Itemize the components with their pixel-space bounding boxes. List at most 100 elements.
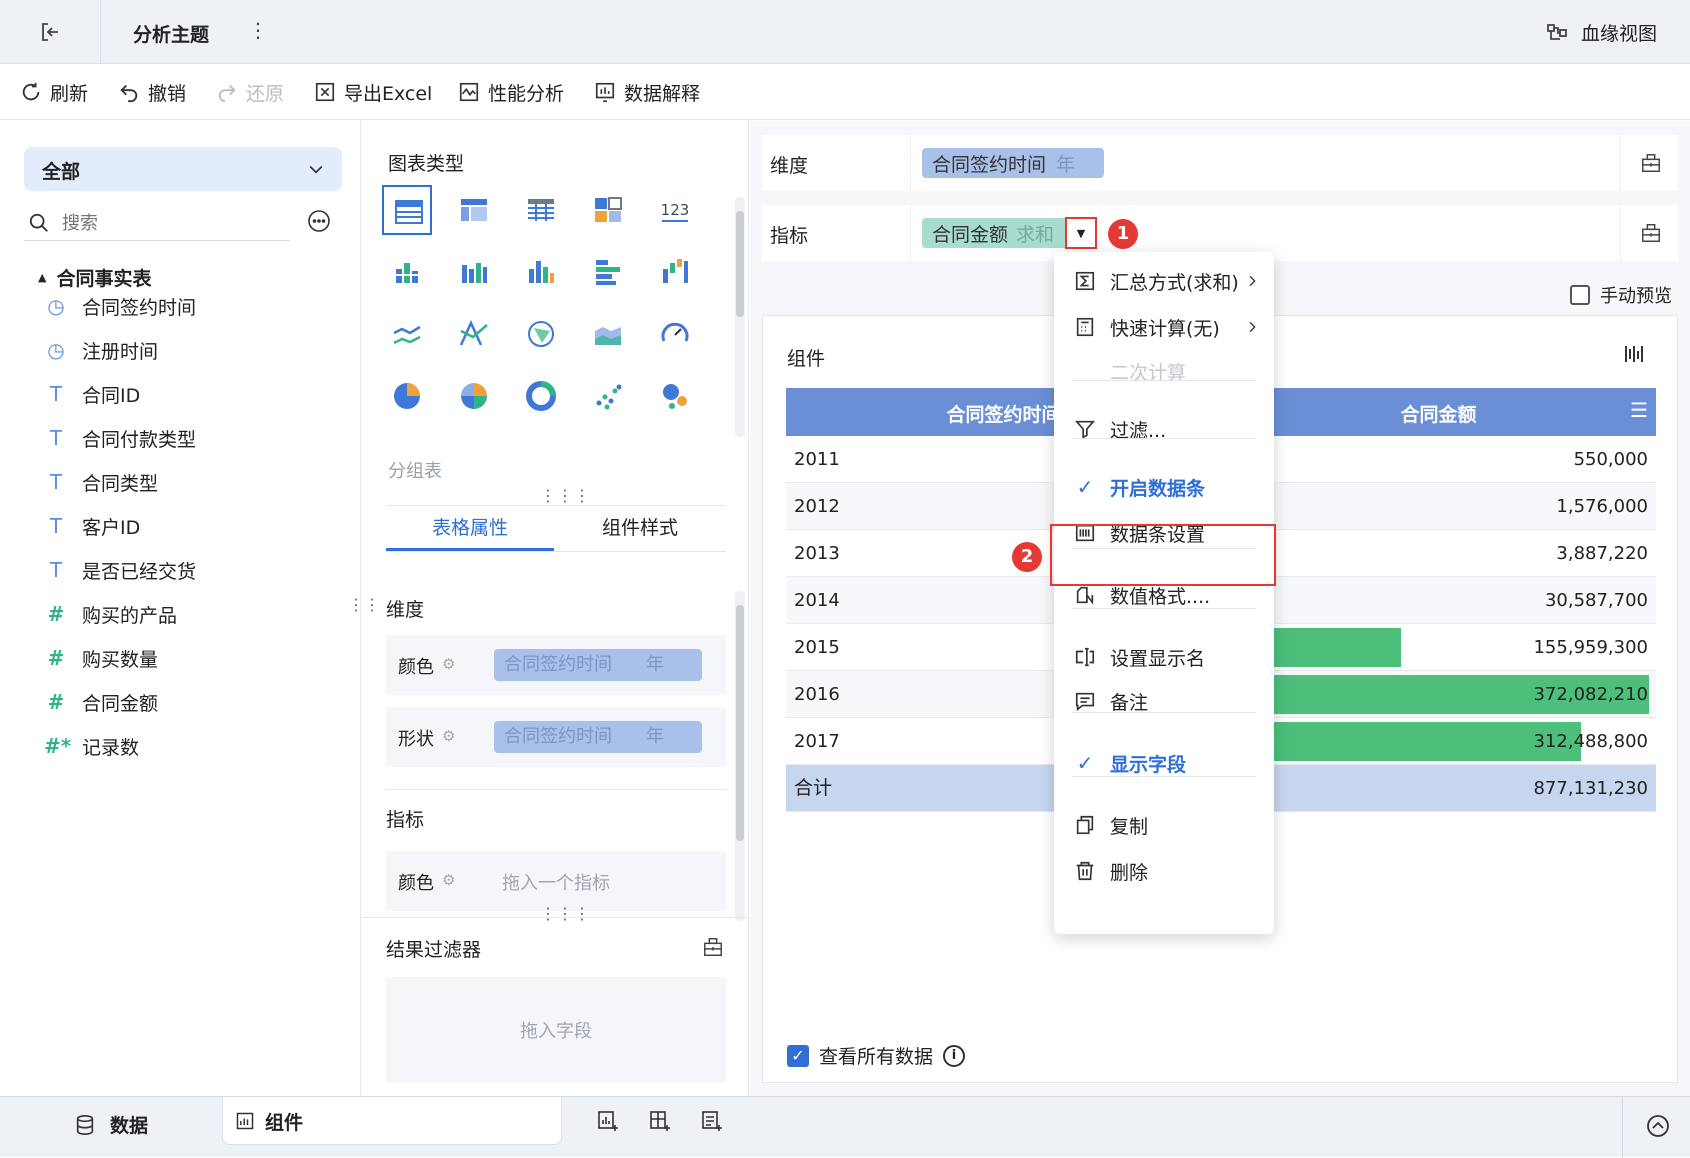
settings-gear-icon[interactable]: ⚙ <box>442 655 455 673</box>
menu-item-checked[interactable]: ✓ 开启数据条 <box>1054 466 1274 508</box>
field-item[interactable]: ◷ 注册时间 <box>44 335 158 365</box>
settings-gear-icon[interactable]: ⚙ <box>442 871 455 889</box>
field-item[interactable]: T 合同ID <box>44 379 140 409</box>
field-label: 合同金额 <box>82 692 159 715</box>
scatter-icon[interactable] <box>583 371 633 421</box>
resize-handle[interactable]: ⋮⋮⋮ <box>540 904 591 923</box>
refresh-button[interactable]: 刷新 <box>20 64 88 120</box>
performance-button[interactable]: 性能分析 <box>458 64 564 120</box>
tab-data[interactable]: 数据 <box>74 1111 148 1138</box>
more-vertical-icon[interactable]: ⋮ <box>248 18 268 42</box>
field-item[interactable]: T 是否已经交货 <box>44 555 196 585</box>
exit-icon[interactable] <box>38 20 62 44</box>
number-card-icon[interactable]: 123 <box>650 185 700 235</box>
field-item[interactable]: T 合同类型 <box>44 467 158 497</box>
field-item[interactable]: # 购买的产品 <box>44 599 177 629</box>
menu-item-comment[interactable]: 备注 <box>1054 680 1274 722</box>
add-dashboard-icon[interactable] <box>648 1109 672 1133</box>
search-input[interactable] <box>62 209 282 237</box>
resize-handle[interactable]: ⋮⋮⋮ <box>540 486 591 505</box>
export-excel-button[interactable]: 导出Excel <box>314 64 432 120</box>
field-label: 合同类型 <box>82 472 159 495</box>
checkbox[interactable] <box>1570 285 1590 305</box>
menu-item-filter[interactable]: 过滤... <box>1054 408 1274 450</box>
add-chart-icon[interactable] <box>596 1109 620 1133</box>
checkbox-checked[interactable]: ✓ <box>787 1044 809 1067</box>
area-chart-icon[interactable] <box>583 309 633 359</box>
more-options-icon[interactable] <box>307 209 331 233</box>
manual-preview-toggle[interactable]: 手动预览 <box>1570 282 1672 308</box>
horizontal-bar-icon[interactable] <box>583 247 633 297</box>
menu-item-calculator[interactable]: 快速计算(无) <box>1054 306 1274 348</box>
donut-quad-icon[interactable] <box>449 371 499 421</box>
view-all-data-toggle[interactable]: ✓ 查看所有数据 i <box>787 1042 966 1069</box>
menu-item-checked[interactable]: ✓ 显示字段 <box>1054 742 1274 784</box>
filter-drop-zone[interactable]: 拖入字段 <box>386 977 726 1083</box>
drag-handle-icon[interactable]: ⋮⋮ <box>348 595 380 614</box>
shelf-settings-icon[interactable] <box>1640 222 1662 244</box>
info-icon[interactable]: i <box>943 1044 966 1067</box>
cell-year: 2014 <box>794 590 840 611</box>
waterfall-icon[interactable] <box>650 247 700 297</box>
field-item[interactable]: ◷ 合同签约时间 <box>44 291 196 321</box>
lineage-view-button[interactable]: 血缘视图 <box>1545 19 1657 46</box>
scope-dropdown[interactable]: 全部 <box>24 147 342 191</box>
field-item[interactable]: T 客户ID <box>44 511 140 541</box>
shelf-settings-icon[interactable] <box>1640 152 1662 174</box>
field-item[interactable]: T 合同付款类型 <box>44 423 196 453</box>
menu-item-rename[interactable]: 设置显示名 <box>1054 636 1274 678</box>
color-dimension-chip[interactable]: 合同签约时间 年 <box>494 649 702 681</box>
menu-item-trash[interactable]: 删除 <box>1054 850 1274 892</box>
add-report-icon[interactable] <box>700 1109 724 1133</box>
line-chart-icon[interactable] <box>382 309 432 359</box>
detail-table-icon[interactable] <box>516 185 566 235</box>
multi-line-icon[interactable] <box>449 309 499 359</box>
tab-table-properties[interactable]: 表格属性 <box>386 507 554 551</box>
tab-component-style[interactable]: 组件样式 <box>556 507 724 551</box>
gauge-icon[interactable] <box>650 309 700 359</box>
grouped-bar-icon[interactable] <box>382 247 432 297</box>
metric-chip-dropdown-button[interactable]: ▼ <box>1065 217 1097 249</box>
pie-chart-icon[interactable] <box>382 371 432 421</box>
cell-amount: 1,576,000 <box>1556 496 1648 517</box>
data-explain-button[interactable]: 数据解释 <box>594 64 700 120</box>
databar-toggle-icon[interactable] <box>1623 342 1647 366</box>
search-box[interactable] <box>24 205 290 241</box>
dimension-chip[interactable]: 合同签约时间 年 <box>922 148 1104 178</box>
kpi-tile-icon[interactable] <box>583 185 633 235</box>
stacked-bar-icon[interactable] <box>449 247 499 297</box>
filter-settings-icon[interactable] <box>702 936 724 958</box>
excel-icon <box>315 82 335 102</box>
config-scrollbar[interactable] <box>735 591 745 921</box>
menu-item-copy[interactable]: 复制 <box>1054 804 1274 846</box>
metric-color-row[interactable]: 颜色 ⚙ 拖入一个指标 <box>386 851 726 911</box>
radar-icon[interactable] <box>516 309 566 359</box>
column-header-amount[interactable]: 合同金额 <box>1221 400 1656 427</box>
color-label: 颜色 <box>398 657 434 678</box>
field-label: 合同付款类型 <box>82 428 197 451</box>
table-node[interactable]: ▲ 合同事实表 <box>38 264 151 291</box>
tab-component[interactable]: 组件 <box>222 1097 562 1145</box>
column-chart-icon[interactable] <box>516 247 566 297</box>
menu-item-sigma[interactable]: 汇总方式(求和) <box>1054 260 1274 302</box>
cross-table-icon[interactable] <box>449 185 499 235</box>
field-item[interactable]: # 合同金额 <box>44 687 158 717</box>
bubble-icon[interactable] <box>650 371 700 421</box>
ring-icon[interactable] <box>516 371 566 421</box>
shape-dimension-chip[interactable]: 合同签约时间 年 <box>494 721 702 753</box>
refresh-icon <box>22 82 40 101</box>
metric-chip[interactable]: 合同金额 求和 <box>922 218 1086 248</box>
chip-unit: 年 <box>646 654 664 675</box>
database-icon <box>76 1114 94 1135</box>
field-item[interactable]: #* 记录数 <box>44 731 139 761</box>
table-chart-icon[interactable] <box>382 185 432 235</box>
field-item[interactable]: # 购买数量 <box>44 643 158 673</box>
collapse-up-icon[interactable] <box>1646 1114 1670 1138</box>
highlight-frame <box>1050 524 1276 586</box>
chart-grid-scrollbar[interactable] <box>735 197 745 437</box>
redo-button[interactable]: 还原 <box>216 64 284 120</box>
settings-gear-icon[interactable]: ⚙ <box>442 727 455 745</box>
text-type-icon: T <box>49 558 63 582</box>
undo-button[interactable]: 撤销 <box>118 64 186 120</box>
sort-icon[interactable]: ☰ <box>1630 398 1648 422</box>
